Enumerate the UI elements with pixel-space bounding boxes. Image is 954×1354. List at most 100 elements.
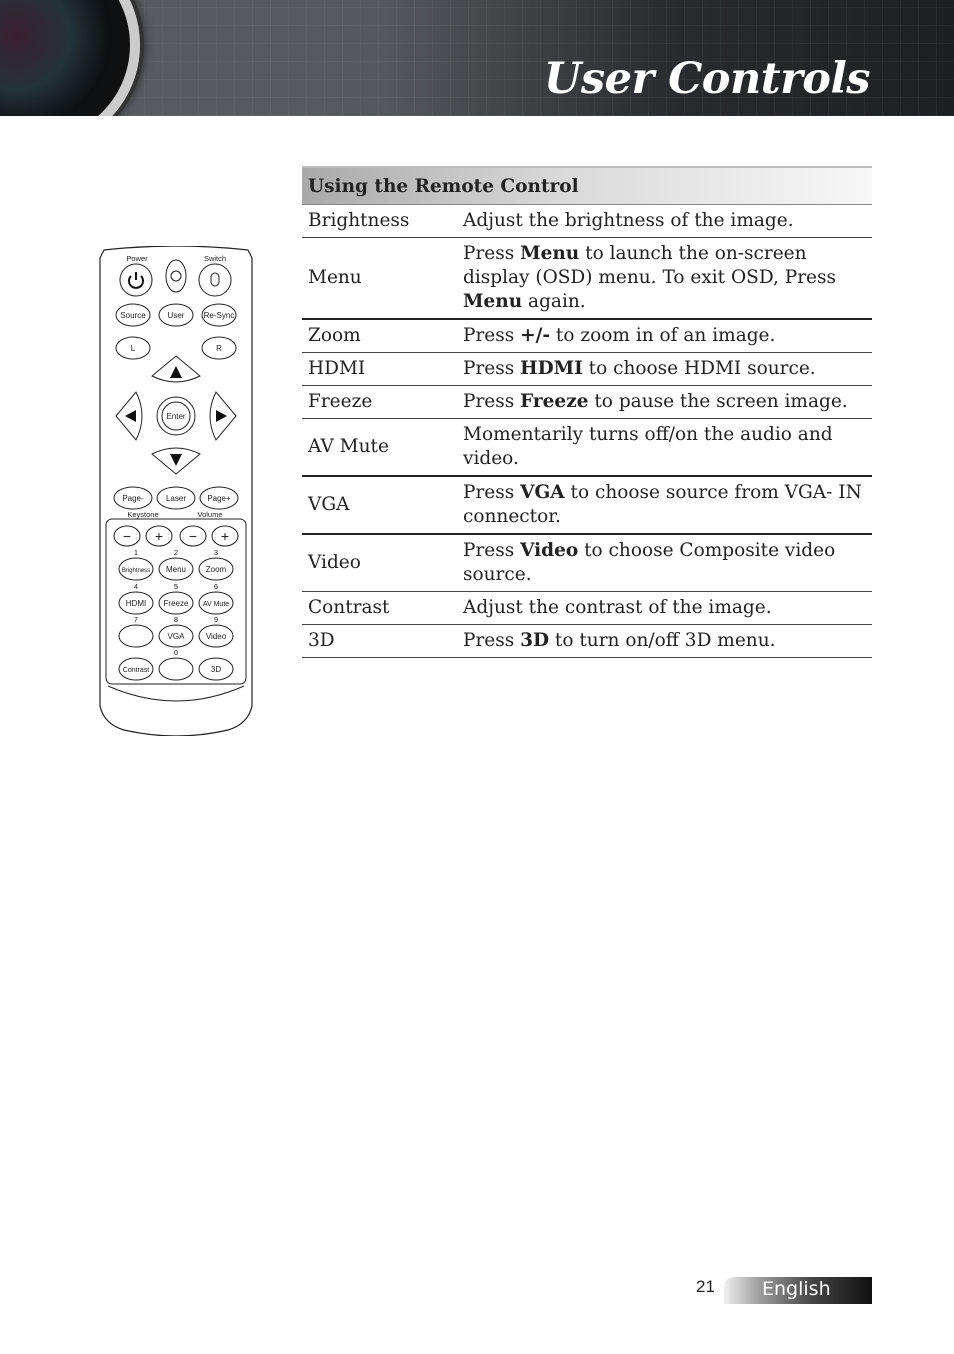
table-row: Contrast Adjust the contrast of the image… [302, 591, 872, 625]
laser-button[interactable]: Laser [156, 486, 196, 510]
control-description: Adjust the brightness of the image. [457, 204, 872, 238]
control-description: Press Menu to launch the on-screen displ… [457, 237, 872, 320]
svg-text:L: L [131, 344, 136, 353]
svg-text:Laser: Laser [166, 494, 186, 503]
table-row: VGA Press VGA to choose source from VGA- … [302, 476, 872, 535]
control-name: Zoom [302, 319, 457, 353]
svg-text:Page+: Page+ [207, 494, 231, 503]
keystone-plus-button[interactable]: + [145, 525, 173, 547]
svg-text:Page-: Page- [122, 494, 144, 503]
table-row: Brightness Adjust the brightness of the i… [302, 204, 872, 238]
brightness-button[interactable]: Brightness [118, 557, 154, 581]
svg-text:User: User [168, 311, 185, 320]
control-name: Freeze [302, 385, 457, 419]
bold-term: Freeze [520, 391, 589, 412]
description-text: Adjust the brightness of the image. [463, 210, 794, 231]
source-button[interactable]: Source [115, 303, 151, 327]
table-row: Zoom Press +/- to zoom in of an image. [302, 319, 872, 353]
table-row: Freeze Press Freeze to pause the screen i… [302, 385, 872, 419]
r-button[interactable]: R [201, 336, 237, 360]
power-label: Power [126, 254, 148, 263]
language-label: English [762, 1278, 831, 1300]
contrast-button[interactable]: Contrast [118, 657, 154, 681]
svg-text:4: 4 [134, 582, 138, 591]
freeze-button[interactable]: Freeze [158, 591, 194, 615]
svg-text:VGA: VGA [168, 632, 186, 641]
page-plus-button[interactable]: Page+ [199, 486, 239, 510]
header-banner: User Controls [0, 0, 954, 116]
remote-control-table: Using the Remote Control Brightness Adjus… [302, 166, 872, 658]
bold-term: VGA [520, 482, 565, 503]
blank-button-0[interactable] [158, 657, 194, 681]
svg-text:Menu: Menu [166, 565, 186, 574]
description-text: Press [463, 391, 521, 412]
page-number: 21 [696, 1277, 715, 1296]
bold-term: HDMI [520, 358, 583, 379]
control-description: Momentarily turns off/on the audio and v… [457, 418, 872, 477]
enter-button[interactable]: Enter [156, 396, 196, 436]
blank-button-7[interactable] [118, 624, 154, 648]
l-button[interactable]: L [115, 336, 151, 360]
control-name: Contrast [302, 591, 457, 625]
3d-button[interactable]: 3D [198, 657, 234, 681]
svg-text:1: 1 [134, 548, 138, 557]
control-name: AV Mute [302, 418, 457, 477]
user-button[interactable]: User [158, 303, 194, 327]
svg-text:7: 7 [134, 615, 138, 624]
zoom-button[interactable]: Zoom [198, 557, 234, 581]
volume-minus-button[interactable]: − [179, 525, 207, 547]
av-mute-button[interactable]: AV Mute [198, 591, 234, 615]
svg-text:3D: 3D [211, 665, 221, 674]
bold-term: Menu [520, 243, 580, 264]
table-heading: Using the Remote Control [302, 166, 872, 205]
svg-text:6: 6 [214, 582, 218, 591]
page-minus-button[interactable]: Page- [113, 486, 153, 510]
svg-text:AV Mute: AV Mute [203, 601, 229, 608]
page-footer: 21 English [696, 1277, 872, 1304]
control-description: Adjust the contrast of the image. [457, 591, 872, 625]
control-description: Press 3D to turn on/off 3D menu. [457, 624, 872, 658]
resync-button[interactable]: Re-Sync [201, 303, 237, 327]
svg-text:HDMI: HDMI [126, 599, 146, 608]
svg-text:3: 3 [214, 548, 218, 557]
svg-text:−: − [123, 528, 131, 544]
keystone-minus-button[interactable]: − [113, 525, 141, 547]
svg-text:2: 2 [174, 548, 178, 557]
description-text: to pause the screen image. [588, 391, 848, 412]
description-text: to zoom in of an image. [550, 325, 776, 346]
vga-button[interactable]: VGA [158, 624, 194, 648]
svg-text:−: − [189, 528, 197, 544]
switch-button[interactable] [198, 263, 232, 297]
control-description: Press Video to choose Composite video so… [457, 534, 872, 592]
svg-text:+: + [221, 528, 229, 544]
switch-label: Switch [204, 254, 226, 263]
svg-text:0: 0 [174, 648, 178, 657]
volume-plus-button[interactable]: + [211, 525, 239, 547]
bold-term: +/- [520, 325, 551, 346]
svg-text:Video: Video [206, 632, 227, 641]
svg-text:Enter: Enter [166, 412, 185, 421]
table-row: Video Press Video to choose Composite vid… [302, 534, 872, 592]
control-description: Press +/- to zoom in of an image. [457, 319, 872, 353]
table-row: AV Mute Momentarily turns off/on the audi… [302, 418, 872, 477]
description-text: again. [522, 291, 586, 312]
table-row: Menu Press Menu to launch the on-screen d… [302, 237, 872, 320]
control-name: Video [302, 534, 457, 592]
power-button[interactable] [119, 263, 153, 297]
hdmi-button[interactable]: HDMI [118, 591, 154, 615]
menu-button[interactable]: Menu [158, 557, 194, 581]
control-description: Press VGA to choose source from VGA- IN … [457, 476, 872, 535]
control-name: Brightness [302, 204, 457, 238]
description-text: Press [463, 325, 521, 346]
bold-term: 3D [520, 630, 550, 651]
laser-led [165, 259, 187, 293]
table-row: HDMI Press HDMI to choose HDMI source. [302, 352, 872, 386]
svg-text:R: R [216, 344, 222, 353]
description-text: Press [463, 540, 521, 561]
svg-text:Zoom: Zoom [206, 565, 227, 574]
bold-term: Video [520, 540, 579, 561]
table-row: 3D Press 3D to turn on/off 3D menu. [302, 624, 872, 658]
bold-term: Menu [463, 291, 523, 312]
video-button[interactable]: Video [198, 624, 234, 648]
svg-text:Freeze: Freeze [164, 599, 189, 608]
